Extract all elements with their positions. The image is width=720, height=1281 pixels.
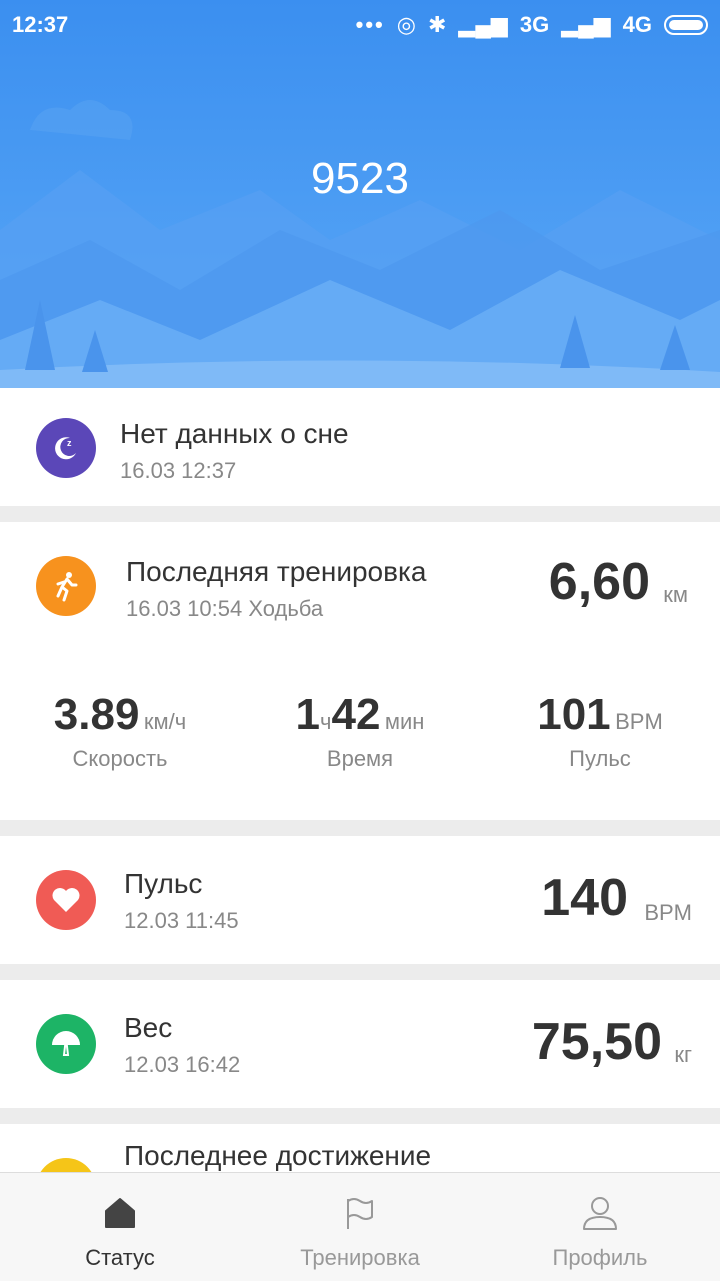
weight-title: Вес <box>124 1012 173 1043</box>
more-notifications-icon: ••• <box>355 12 385 37</box>
weight-unit: кг <box>674 1042 692 1067</box>
steps-count[interactable]: 9523 <box>0 154 720 204</box>
speed-label: Скорость <box>72 746 168 771</box>
time-minutes: 42 <box>331 690 381 739</box>
pulse-unit: BPM <box>615 709 663 734</box>
stat-pulse: 101 BPM Пульс <box>480 690 720 772</box>
nav-workout-label: Тренировка <box>300 1245 420 1270</box>
nav-workout[interactable]: Тренировка <box>240 1173 480 1281</box>
sleep-date: 16.03 12:37 <box>120 458 237 483</box>
heart-value: 140 <box>541 869 628 927</box>
sync-icon: ◎ <box>396 12 416 37</box>
weight-value: 75,50 <box>531 1013 662 1071</box>
pulse-value: 101 <box>537 690 611 739</box>
flag-icon <box>347 1198 373 1229</box>
sleep-title: Нет данных о сне <box>120 418 349 449</box>
time-hours: 1 <box>295 690 321 739</box>
time-hours-unit: ч <box>320 709 332 734</box>
time-minutes-unit: мин <box>384 709 425 734</box>
workout-title: Последняя тренировка <box>126 556 427 587</box>
workout-distance: 6,60 <box>548 553 650 611</box>
time-label: Время <box>326 746 394 771</box>
network-type-2: 4G <box>622 12 652 37</box>
workout-distance-unit: км <box>663 582 688 607</box>
status-bar: 12:37 ••• ◎ ✱ ▂▄▆ 3G ▂▄▆ 4G <box>0 0 720 52</box>
battery-icon <box>664 15 708 35</box>
sleep-card[interactable]: z Нет данных о сне 16.03 12:37 <box>0 388 720 506</box>
speed-unit: км/ч <box>143 709 187 734</box>
network-type-1: 3G <box>519 12 550 37</box>
pulse-label: Пульс <box>569 746 631 771</box>
heart-date: 12.03 11:45 <box>124 908 239 933</box>
bottom-navigation: Статус Тренировка Профиль <box>0 1172 720 1281</box>
heart-title: Пульс <box>124 868 203 899</box>
stat-time: 1ч42 мин Время <box>240 690 480 772</box>
nav-status-label: Статус <box>85 1245 155 1270</box>
heart-unit: BPM <box>644 900 692 925</box>
nav-status[interactable]: Статус <box>0 1173 240 1281</box>
home-icon <box>105 1198 135 1228</box>
signal-icon: ▂▄▆ <box>458 12 508 37</box>
person-icon <box>583 1197 617 1230</box>
signal-icon-2: ▂▄▆ <box>561 12 611 37</box>
svg-text:z: z <box>67 438 72 448</box>
heart-icon <box>36 870 96 930</box>
heart-rate-card[interactable]: Пульс 12.03 11:45 140 BPM <box>0 836 720 964</box>
nav-profile-label: Профиль <box>552 1245 648 1270</box>
nav-profile[interactable]: Профиль <box>480 1173 720 1281</box>
scale-gauge-icon <box>36 1014 96 1074</box>
status-time: 12:37 <box>12 12 69 37</box>
weight-card[interactable]: Вес 12.03 16:42 75,50 кг <box>0 980 720 1108</box>
weight-date: 12.03 16:42 <box>124 1052 241 1077</box>
workout-card[interactable]: Последняя тренировка 16.03 10:54 Ходьба … <box>0 522 720 820</box>
stat-speed: 3.89 км/ч Скорость <box>0 690 240 772</box>
sleep-moon-icon: z <box>36 418 96 478</box>
achievement-title: Последнее достижение <box>124 1140 432 1171</box>
workout-date: 16.03 10:54 Ходьба <box>126 596 324 621</box>
speed-value: 3.89 <box>53 690 140 739</box>
running-icon <box>36 556 96 616</box>
bluetooth-icon: ✱ <box>427 12 447 37</box>
